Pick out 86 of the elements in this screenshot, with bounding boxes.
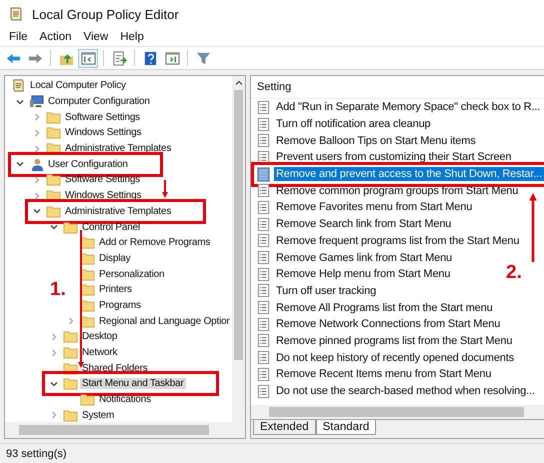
folder-icon — [80, 392, 95, 408]
setting-icon — [256, 133, 272, 148]
menu-item[interactable]: View — [78, 31, 114, 43]
window-title: Local Group Policy Editor — [32, 6, 179, 22]
setting-icon — [256, 216, 272, 232]
tree-item[interactable]: Local Computer Policy — [28, 80, 128, 92]
menu-item[interactable]: Help — [115, 31, 149, 43]
setting-item[interactable]: Remove Games link from Start Menu — [274, 250, 454, 265]
setting-icon — [256, 333, 272, 348]
setting-icon — [256, 283, 272, 298]
tree-item[interactable]: Display — [97, 252, 132, 264]
tree-item[interactable]: Regional and Language Optior — [97, 316, 232, 327]
setting-item[interactable]: Remove Network Connections from Start Menu — [274, 317, 502, 332]
setting-item[interactable]: Prevent users from customizing their Start Screen — [274, 150, 514, 164]
setting-icon — [256, 366, 272, 382]
setting-icon — [256, 200, 272, 215]
setting-item[interactable]: Remove Favorites menu from Start Menu — [274, 200, 474, 214]
policy-icon — [11, 78, 26, 94]
tree-item[interactable]: Notifications — [97, 394, 153, 406]
setting-icon — [256, 266, 272, 282]
folder-icon — [46, 204, 61, 219]
tree-item[interactable]: Personalization — [97, 268, 166, 280]
step-number: 2. — [506, 262, 522, 284]
tree-item[interactable]: Add or Remove Programs — [97, 237, 212, 248]
scrollbar[interactable] — [5, 422, 246, 438]
setting-item[interactable]: Remove and prevent access to the Shut Down, Restar... — [274, 167, 544, 182]
tree-item[interactable]: Administrative Templates — [63, 143, 174, 154]
folder-icon — [63, 329, 78, 344]
setting-item[interactable]: Do not keep history of recently opened documents — [274, 350, 516, 365]
tree-item[interactable]: User Configuration — [46, 158, 130, 170]
column-header[interactable]: Setting — [257, 81, 292, 93]
setting-icon — [256, 350, 272, 366]
tree-item[interactable]: Start Menu and Taskbar — [80, 378, 186, 390]
tree-item[interactable]: Administrative Templates — [63, 206, 174, 217]
computer-icon — [29, 94, 44, 110]
status-text: 93 setting(s) — [6, 448, 67, 460]
folder-icon — [46, 110, 61, 125]
setting-item[interactable]: Do not use the search-based method when resolving... — [274, 384, 537, 398]
tree-item[interactable]: System — [80, 410, 116, 421]
tree-item[interactable]: Windows Settings — [63, 127, 144, 138]
setting-item[interactable]: Remove Search link from Start Menu — [274, 217, 454, 232]
view-tab[interactable]: Extended — [253, 420, 316, 435]
annotation-arrow — [529, 193, 537, 262]
setting-item[interactable]: Remove common program groups from Start Menu — [274, 184, 520, 198]
tree-item[interactable]: Computer Configuration — [46, 96, 152, 108]
setting-icon — [256, 384, 272, 399]
setting-item[interactable]: Remove All Programs list from the Start menu — [274, 300, 495, 315]
tree-item[interactable]: Printers — [97, 284, 134, 296]
step-number: 1. — [50, 279, 66, 301]
folder-icon — [46, 125, 61, 140]
scrollbar[interactable] — [251, 405, 544, 419]
setting-icon — [256, 233, 272, 248]
scrollbar[interactable] — [232, 76, 246, 422]
menu-item[interactable]: File — [4, 31, 33, 43]
folder-icon — [46, 172, 61, 188]
setting-icon — [256, 300, 272, 316]
setting-icon — [256, 100, 272, 115]
setting-item[interactable]: Remove pinned programs list from the Start Menu — [274, 334, 514, 348]
menu-item[interactable]: Action — [34, 31, 76, 43]
tree-toggle-button[interactable] — [78, 48, 98, 68]
tree-item[interactable]: Network — [80, 347, 120, 358]
setting-item[interactable]: Add "Run in Separate Memory Space" check box to R... — [274, 100, 542, 114]
setting-icon — [256, 250, 272, 266]
setting-item[interactable]: Remove Help menu from Start Menu — [274, 267, 452, 282]
setting-item[interactable]: Turn off notification area cleanup — [274, 117, 433, 132]
tree-item[interactable]: Desktop — [80, 331, 120, 342]
view-tab[interactable]: Standard — [316, 420, 376, 435]
tree-item[interactable]: Shared Folders — [80, 362, 150, 374]
tree-item[interactable]: Control Panel — [80, 222, 142, 233]
tree-item[interactable]: Windows Settings — [63, 190, 144, 202]
setting-icon — [256, 316, 272, 332]
tree-item[interactable]: Software Settings — [63, 112, 142, 123]
annotation-arrow — [162, 180, 168, 198]
tree-item[interactable]: Programs — [97, 300, 143, 311]
app-icon — [8, 6, 24, 22]
setting-item[interactable]: Remove frequent programs list from the Start Menu — [274, 234, 522, 248]
setting-icon — [256, 166, 272, 182]
folder-icon — [63, 376, 78, 392]
setting-item[interactable]: Remove Recent Items menu from Start Menu — [274, 367, 494, 382]
setting-item[interactable]: Turn off user tracking — [274, 284, 378, 298]
user-icon — [29, 156, 44, 172]
tree-item[interactable]: Software Settings — [63, 174, 142, 186]
setting-icon — [256, 116, 272, 132]
setting-icon — [256, 183, 272, 198]
folder-icon — [63, 345, 78, 360]
setting-item[interactable]: Remove Balloon Tips on Start Menu items — [274, 134, 478, 148]
